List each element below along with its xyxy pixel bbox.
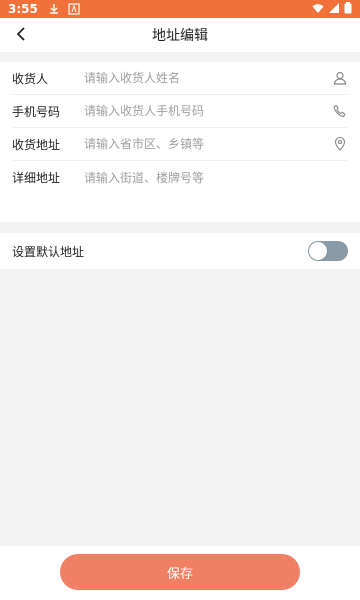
phone-icon [332,103,348,119]
phone-label: 手机号码 [12,104,61,119]
region-input[interactable] [84,132,332,156]
status-icons [312,1,352,17]
default-address-label: 设置默认地址 [12,244,85,259]
back-button[interactable] [10,24,32,46]
address-form: 收货人 手机号码 收货地址 详细地址 [0,62,360,222]
region-label: 收货地址 [12,137,61,152]
default-address-toggle[interactable] [308,241,348,261]
default-address-row: 设置默认地址 [0,233,360,269]
save-button[interactable]: 保存 [60,554,300,590]
person-icon [332,70,348,86]
battery-icon [344,1,352,17]
signal-icon [328,2,340,17]
recipient-input[interactable] [84,66,332,90]
chevron-left-icon [16,26,26,45]
status-time: 3:55 [8,2,38,16]
wifi-icon [312,2,324,17]
status-bar: 3:55 [0,0,360,18]
region-row: 收货地址 [12,128,348,161]
detail-address-label: 详细地址 [12,171,61,185]
page-title: 地址编辑 [152,28,208,44]
detail-address-row: 详细地址 [12,161,348,194]
recipient-label: 收货人 [12,71,49,86]
app-notification-icon [68,3,80,15]
navigation-bar: 地址编辑 [0,18,360,52]
detail-address-input[interactable] [84,165,348,190]
phone-input[interactable] [84,99,332,123]
toggle-knob [309,242,327,260]
bottom-bar: 保存 [0,546,360,600]
location-pin-icon[interactable] [332,136,348,152]
download-icon [48,3,60,15]
phone-row: 手机号码 [12,95,348,128]
recipient-row: 收货人 [12,62,348,95]
